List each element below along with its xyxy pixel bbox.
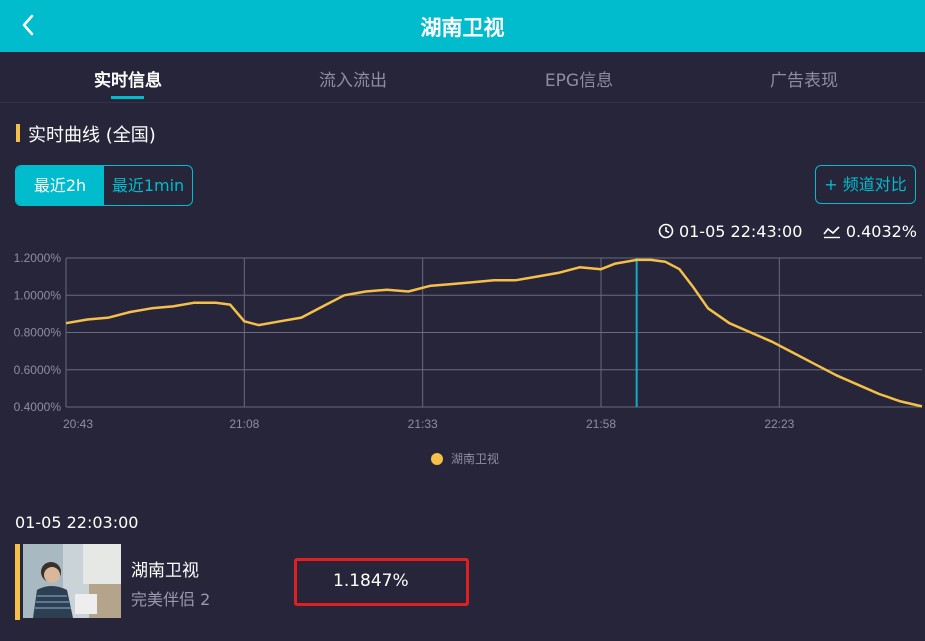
rating-value-box: 1.1847% xyxy=(294,558,469,606)
legend-label: 湖南卫视 xyxy=(451,452,500,466)
realtime-line-chart[interactable]: 1.2000% 1.0000% 0.8000% 0.6000% 0.4000%20:43… xyxy=(0,245,925,435)
tab-ads[interactable]: 广告表现 xyxy=(714,66,894,91)
channel-name: 湖南卫视 xyxy=(131,561,199,581)
range-2h-button[interactable]: 最近2h xyxy=(16,166,104,205)
tab-epg[interactable]: EPG信息 xyxy=(489,66,669,91)
rating-value: 1.1847% xyxy=(333,571,409,591)
readout-time: 01-05 22:43:00 xyxy=(678,222,803,241)
trend-icon xyxy=(823,226,840,239)
section-accent-bar xyxy=(16,124,20,142)
range-toggle: 最近2h 最近1min xyxy=(15,165,193,206)
x-tick-label: 21:58 xyxy=(586,417,616,431)
snapshot-time: 01-05 22:03:00 xyxy=(15,513,139,532)
page-title: 湖南卫视 xyxy=(420,16,505,40)
x-tick-label: 21:08 xyxy=(229,417,259,431)
x-tick-label: 22:23 xyxy=(764,417,794,431)
range-1min-button[interactable]: 最近1min xyxy=(104,166,192,205)
program-thumbnail[interactable] xyxy=(23,544,121,618)
app-header: 湖南卫视 xyxy=(0,0,925,52)
clock-icon xyxy=(658,223,674,239)
chart-legend[interactable]: 湖南卫视 xyxy=(431,450,499,467)
series-line xyxy=(65,258,923,408)
y-tick-label: 1.0000% xyxy=(14,288,62,302)
x-tick-label: 20:43 xyxy=(63,417,93,431)
tab-realtime[interactable]: 实时信息 xyxy=(38,66,218,91)
cursor-readout: 01-05 22:43:00 0.4032% xyxy=(658,222,917,241)
y-tick-label: 1.2000% xyxy=(14,251,62,265)
y-tick-label: 0.4000% xyxy=(14,400,62,414)
y-tick-label: 0.8000% xyxy=(14,326,62,340)
thumbnail-image xyxy=(23,544,121,618)
x-tick-label: 21:33 xyxy=(408,417,438,431)
y-tick-label: 0.6000% xyxy=(14,363,62,377)
readout-value: 0.4032% xyxy=(845,222,917,241)
program-accent-bar xyxy=(15,544,20,620)
active-tab-indicator xyxy=(111,96,144,99)
legend-marker xyxy=(431,453,443,465)
program-name: 完美伴侣 2 xyxy=(131,590,211,609)
tab-flow[interactable]: 流入流出 xyxy=(263,66,443,91)
channel-compare-button[interactable]: + 频道对比 xyxy=(815,165,916,204)
section-title: 实时曲线 (全国) xyxy=(28,125,156,146)
